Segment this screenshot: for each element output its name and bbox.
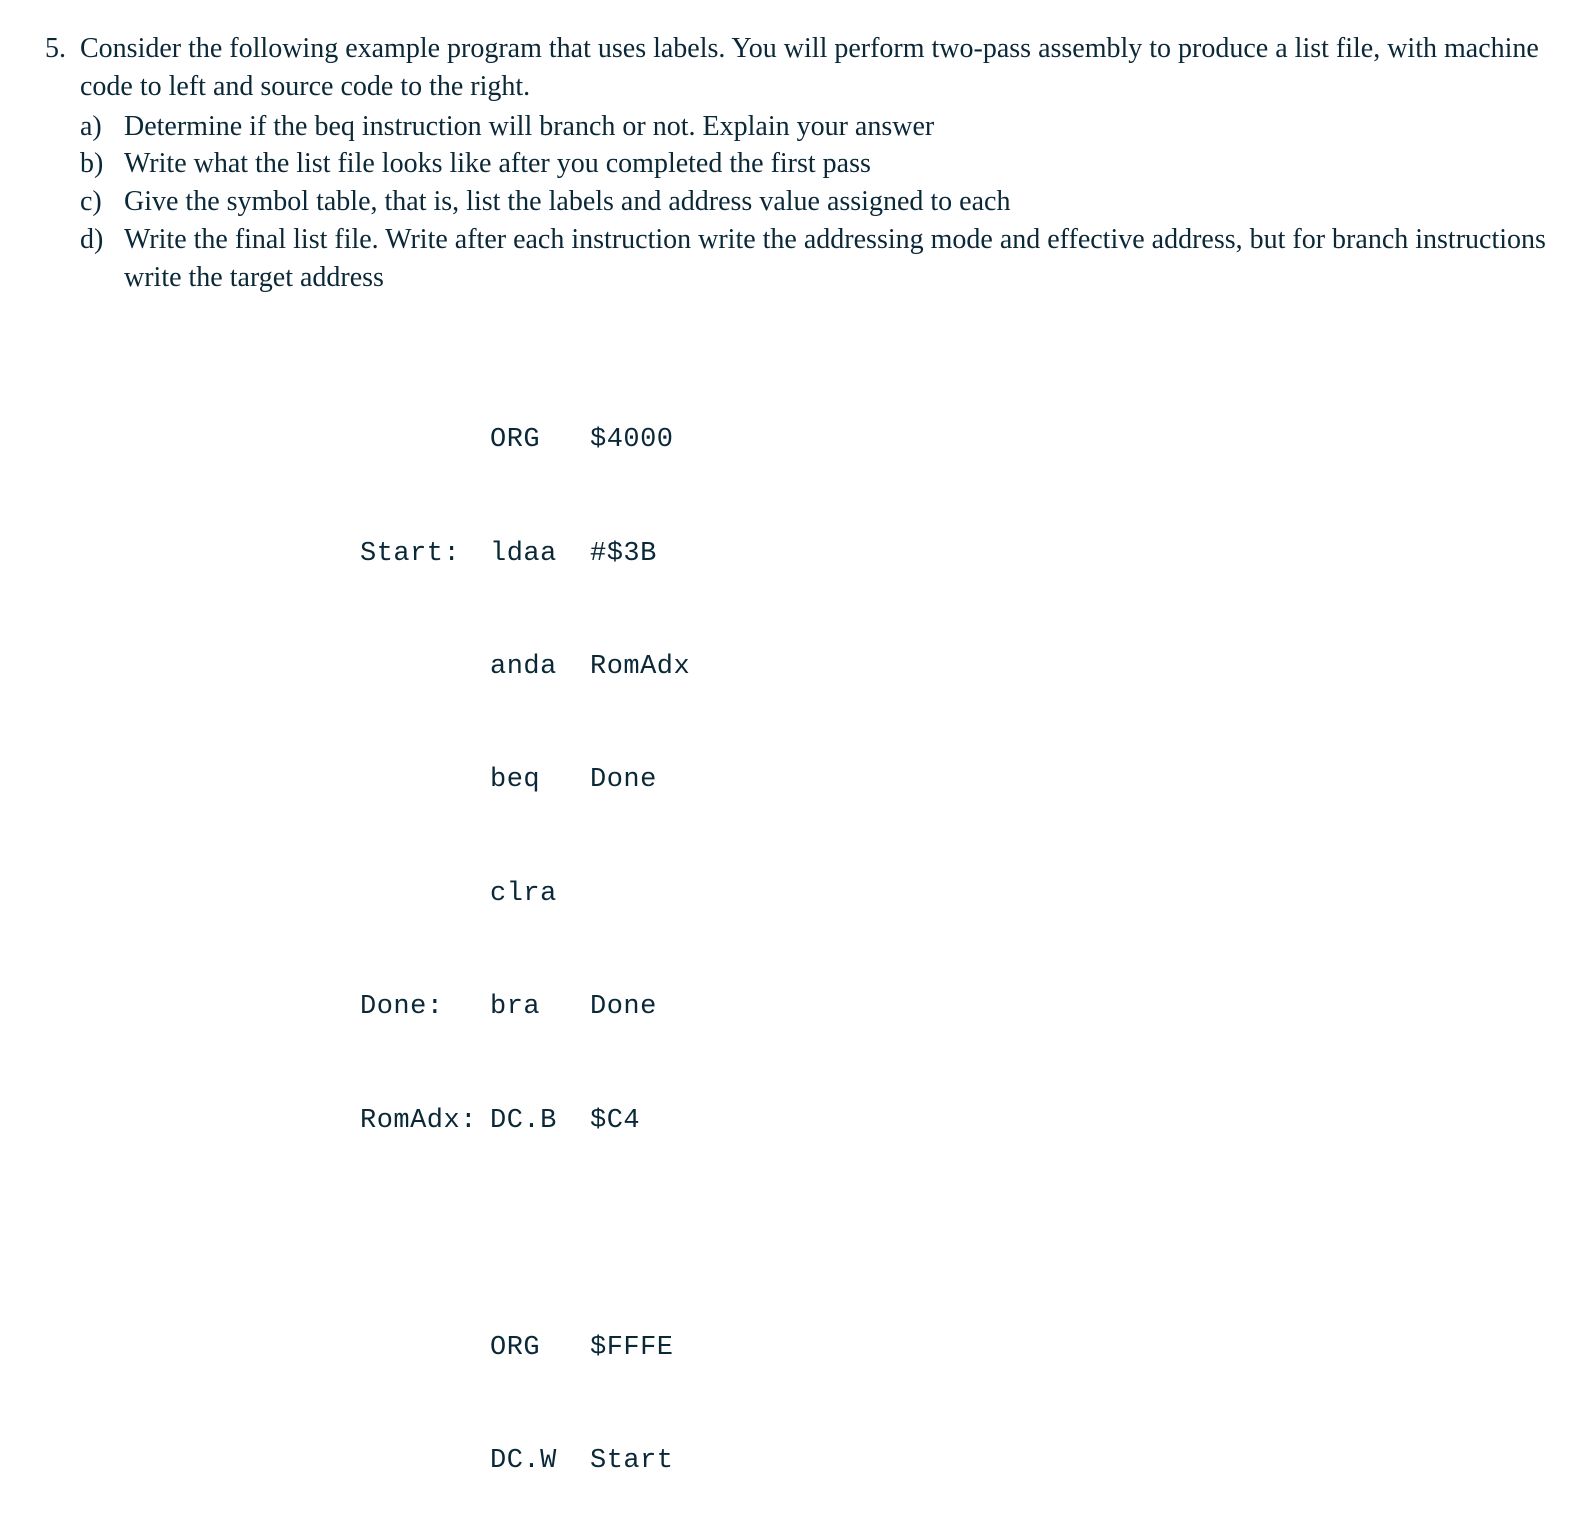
code-label [360,762,490,800]
code-mnemonic: ORG [490,1330,590,1368]
code-mnemonic: bra [490,989,590,1027]
code-label [360,1330,490,1368]
code-operand: Start [590,1443,674,1481]
code-label: Done: [360,989,490,1027]
code-line: beqDone [360,762,1553,800]
code-operand: RomAdx [590,649,690,687]
code-operand: $C4 [590,1103,640,1141]
code-label: RomAdx: [360,1103,490,1141]
code-label [360,649,490,687]
code-line: clra [360,876,1553,914]
code-line: ORG$4000 [360,422,1553,460]
code-operand: $FFFE [590,1330,674,1368]
code-mnemonic: beq [490,762,590,800]
code-blank-line [360,1216,1553,1254]
question-body: Consider the following example program t… [80,30,1553,297]
question-number: 5. [20,30,80,68]
code-label [360,876,490,914]
code-mnemonic: clra [490,876,590,914]
subitem-label: d) [80,221,124,259]
code-line: Done:braDone [360,989,1553,1027]
code-label: Start: [360,536,490,574]
code-operand: Done [590,762,657,800]
subitem-label: c) [80,183,124,221]
code-operand: #$3B [590,536,657,574]
subitem-b: b) Write what the list file looks like a… [80,145,1553,183]
question-sublist: a) Determine if the beq instruction will… [80,108,1553,297]
subitem-c: c) Give the symbol table, that is, list … [80,183,1553,221]
code-operand: $4000 [590,422,674,460]
subitem-text: Determine if the beq instruction will br… [124,108,1553,146]
code-line: RomAdx:DC.B$C4 [360,1103,1553,1141]
code-mnemonic: anda [490,649,590,687]
code-line: Start:ldaa#$3B [360,536,1553,574]
subitem-label: b) [80,145,124,183]
subitem-text: Write the final list file. Write after e… [124,221,1553,297]
code-line: DC.WStart [360,1443,1553,1481]
code-line: ORG$FFFE [360,1330,1553,1368]
code-label [360,1443,490,1481]
subitem-d: d) Write the final list file. Write afte… [80,221,1553,297]
code-mnemonic: DC.B [490,1103,590,1141]
question-block: 5. Consider the following example progra… [20,30,1553,297]
code-line: andaRomAdx [360,649,1553,687]
subitem-text: Give the symbol table, that is, list the… [124,183,1553,221]
subitem-a: a) Determine if the beq instruction will… [80,108,1553,146]
subitem-label: a) [80,108,124,146]
question-intro: Consider the following example program t… [80,30,1553,106]
code-label [360,422,490,460]
code-operand: Done [590,989,657,1027]
code-mnemonic: DC.W [490,1443,590,1481]
code-mnemonic: ORG [490,422,590,460]
subitem-text: Write what the list file looks like afte… [124,145,1553,183]
assembly-code-block: ORG$4000 Start:ldaa#$3B andaRomAdx beqDo… [360,347,1553,1519]
code-mnemonic: ldaa [490,536,590,574]
